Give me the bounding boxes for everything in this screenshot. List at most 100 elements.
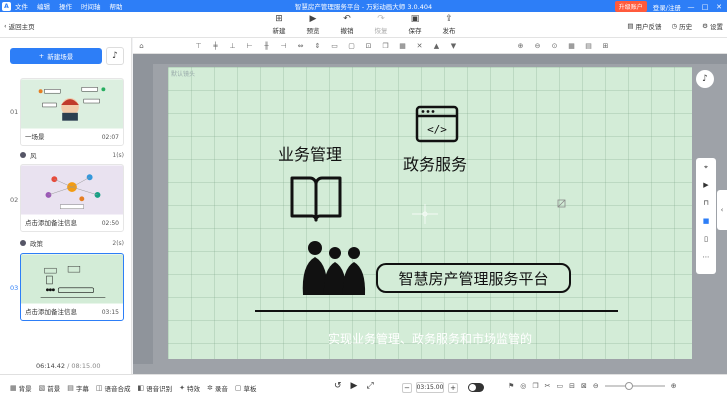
scene-music-button[interactable]: ♪ <box>106 47 124 65</box>
cut-icon[interactable]: ✂ <box>545 382 551 390</box>
scene-transition-2[interactable]: 政策 2(s) <box>20 238 124 248</box>
lock-icon[interactable]: ⊡ <box>360 42 377 50</box>
align-center-icon[interactable]: ╫ <box>258 42 275 50</box>
split-icon[interactable]: ⊟ <box>569 382 575 390</box>
paste-icon[interactable]: ▦ <box>394 42 411 50</box>
new-button[interactable]: ⊞ 新建 <box>262 14 296 35</box>
vertical-ruler <box>133 54 153 364</box>
screenshot-icon[interactable]: ◎ <box>520 382 526 390</box>
board-tool[interactable]: ▢ 草板 <box>235 383 257 393</box>
align-bottom-icon[interactable]: ⊥ <box>224 42 241 50</box>
layer-up-icon[interactable]: ▲ <box>428 42 445 50</box>
back-home-button[interactable]: ‹ 返回主页 <box>4 21 35 31</box>
business-management-title[interactable]: 业务管理 <box>278 141 342 165</box>
close-icon[interactable]: ✕ <box>715 3 723 11</box>
zoom-in-icon[interactable]: ⊕ <box>512 42 529 50</box>
layer-down-icon[interactable]: ▼ <box>445 42 462 50</box>
fullscreen-icon[interactable]: ⤢ <box>366 381 373 391</box>
menu-operate[interactable]: 操作 <box>59 1 72 11</box>
distribute-h-icon[interactable]: ⇔ <box>292 42 309 50</box>
align-right-icon[interactable]: ⊣ <box>275 42 292 50</box>
distribute-v-icon[interactable]: ⇕ <box>309 42 326 50</box>
rewind-icon[interactable]: ↺ <box>334 381 342 391</box>
canvas-stage[interactable]: 默认镜头 业务管理 政务服务 </> 智慧房产管理服务平台 实现业务管理、政务服… <box>168 67 692 359</box>
canvas-subtitle[interactable]: 实现业务管理、政务服务和市场监管的 <box>168 330 692 347</box>
redo-button[interactable]: ↷ 恢复 <box>364 14 398 35</box>
ruler-icon[interactable]: ▤ <box>580 42 597 50</box>
back-arrow-icon: ‹ <box>4 22 7 30</box>
publish-button[interactable]: ⇪ 发布 <box>432 14 466 35</box>
scene-thumbnail-3[interactable]: 点击添加备注信息 03:15 <box>20 253 124 321</box>
undo-button[interactable]: ↶ 撤销 <box>330 14 364 35</box>
scene-caption: 点击添加备注信息 <box>25 219 77 227</box>
scene-transition-1[interactable]: 风 1(s) <box>20 150 124 160</box>
align-left-icon[interactable]: ⊢ <box>241 42 258 50</box>
timeline-toggle[interactable] <box>468 383 484 392</box>
focus-camera-icon[interactable]: ⌖ <box>696 158 716 176</box>
home-icon[interactable]: ⌂ <box>133 42 150 50</box>
time-decrease-button[interactable]: − <box>402 382 412 393</box>
time-value-input[interactable]: 03:15.00 <box>416 382 444 393</box>
asr-tool[interactable]: ◧ 语音识别 <box>138 383 173 393</box>
maximize-icon[interactable]: □ <box>701 3 709 11</box>
subtitle-label: 字幕 <box>75 385 89 393</box>
minimize-icon[interactable]: — <box>687 3 695 11</box>
scene-thumbnail-1[interactable]: 一场景 02:07 <box>20 78 124 146</box>
timeline-zoom-slider[interactable] <box>604 382 665 390</box>
record-tool[interactable]: ✲ 录音 <box>207 383 228 393</box>
group-icon[interactable]: ▭ <box>326 42 343 50</box>
government-service-title[interactable]: 政务服务 <box>403 151 467 175</box>
upgrade-account-button[interactable]: 升级账户 <box>614 1 647 12</box>
foreground-tool[interactable]: ▧ 前景 <box>39 383 61 393</box>
delete-icon[interactable]: ✕ <box>411 42 428 50</box>
history-button[interactable]: ◷ 历史 <box>672 21 693 31</box>
play-icon[interactable]: ▶ <box>351 381 358 391</box>
background-tool[interactable]: ▦ 背景 <box>10 383 32 393</box>
effects-tool[interactable]: ✦ 特效 <box>179 383 200 393</box>
timeline-zoom-in-icon[interactable]: ⊕ <box>671 382 677 390</box>
copy-frame-icon[interactable]: ❐ <box>532 382 538 390</box>
fit-icon[interactable]: ⊙ <box>546 42 563 50</box>
plus-icon: + <box>38 52 45 60</box>
divider-line[interactable] <box>255 310 618 312</box>
align-top-icon[interactable]: ⊤ <box>190 42 207 50</box>
feedback-button[interactable]: ▤ 用户反馈 <box>627 21 661 31</box>
unlock-icon[interactable]: ⊓ <box>696 194 716 212</box>
zoom-slider-knob[interactable] <box>624 382 633 390</box>
new-scene-button[interactable]: + 新建场景 <box>10 48 102 64</box>
book-icon[interactable] <box>288 174 344 224</box>
time-increase-button[interactable]: + <box>448 382 458 393</box>
menu-edit[interactable]: 编辑 <box>37 1 50 11</box>
menu-file[interactable]: 文件 <box>15 1 28 11</box>
clip-icon[interactable]: ⊠ <box>581 382 587 390</box>
login-register-link[interactable]: 登录/注册 <box>653 2 681 12</box>
grid-icon[interactable]: ▦ <box>563 42 580 50</box>
people-group-icon[interactable] <box>299 239 369 297</box>
delete-frame-icon[interactable]: ▭ <box>557 382 564 390</box>
ungroup-icon[interactable]: ▢ <box>343 42 360 50</box>
scene-thumbnail-2[interactable]: 点击添加备注信息 02:50 <box>20 164 124 232</box>
link-anchor-icon[interactable] <box>557 199 566 208</box>
layer-icon[interactable]: ■ <box>696 212 716 230</box>
camera-icon[interactable]: ▶ <box>696 176 716 194</box>
more-icon[interactable]: ⋯ <box>696 248 716 266</box>
copy-icon[interactable]: ❐ <box>377 42 394 50</box>
phone-preview-icon[interactable]: ▯ <box>696 230 716 248</box>
collapse-panel-button[interactable]: ‹ <box>717 190 727 230</box>
marker-icon[interactable]: ⚑ <box>508 382 514 390</box>
code-window-icon[interactable]: </> <box>415 105 459 143</box>
save-button[interactable]: ▣ 保存 <box>398 14 432 35</box>
menu-help[interactable]: 帮助 <box>110 1 123 11</box>
timeline-zoom-out-icon[interactable]: ⊖ <box>593 382 599 390</box>
platform-banner[interactable]: 智慧房产管理服务平台 <box>376 263 571 293</box>
preview-button[interactable]: ▶ 预览 <box>296 14 330 35</box>
align-middle-icon[interactable]: ╪ <box>207 42 224 50</box>
tts-tool[interactable]: ◫ 语音合成 <box>96 383 131 393</box>
camera-label: 默认镜头 <box>171 71 196 78</box>
guide-icon[interactable]: ⊞ <box>597 42 614 50</box>
menu-timeline[interactable]: 时间轴 <box>81 1 101 11</box>
settings-button[interactable]: ⚙ 设置 <box>702 21 723 31</box>
background-music-button[interactable]: ♪ <box>696 70 714 88</box>
subtitle-tool[interactable]: ▤ 字幕 <box>67 383 89 393</box>
zoom-out-icon[interactable]: ⊖ <box>529 42 546 50</box>
